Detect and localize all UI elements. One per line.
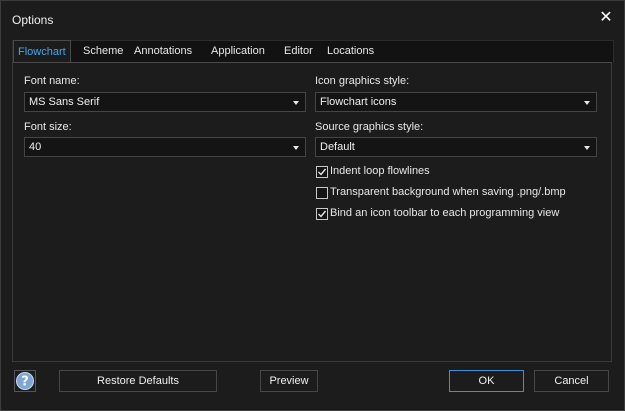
tab-strip: Flowchart Scheme Annotations Application… bbox=[12, 40, 614, 64]
font-name-value: MS Sans Serif bbox=[29, 96, 100, 108]
tab-application[interactable]: Application bbox=[207, 41, 269, 62]
help-button[interactable]: ? bbox=[14, 370, 36, 392]
source-style-label: Source graphics style: bbox=[315, 121, 424, 133]
font-size-value: 40 bbox=[29, 141, 42, 153]
restore-defaults-button[interactable]: Restore Defaults bbox=[59, 370, 217, 392]
checkbox-box[interactable] bbox=[316, 208, 328, 220]
font-name-select[interactable]: MS Sans Serif bbox=[24, 92, 306, 112]
icon-style-select[interactable]: Flowchart icons bbox=[315, 92, 597, 112]
ok-button[interactable]: OK bbox=[449, 370, 524, 392]
tab-editor[interactable]: Editor bbox=[280, 41, 317, 62]
checkbox-label: Indent loop flowlines bbox=[330, 165, 430, 177]
font-size-select[interactable]: 40 bbox=[24, 137, 306, 157]
font-name-label: Font name: bbox=[24, 75, 80, 87]
chevron-down-icon bbox=[293, 101, 299, 105]
svg-text:?: ? bbox=[21, 375, 29, 390]
checkbox-label: Transparent background when saving .png/… bbox=[330, 186, 566, 198]
checkbox-box[interactable] bbox=[316, 187, 328, 199]
tab-scheme[interactable]: Scheme bbox=[79, 41, 127, 62]
checkbox-box[interactable] bbox=[316, 166, 328, 178]
chevron-down-icon bbox=[584, 146, 590, 150]
tab-locations[interactable]: Locations bbox=[323, 41, 378, 62]
tab-flowchart[interactable]: Flowchart bbox=[13, 40, 71, 64]
source-style-select[interactable]: Default bbox=[315, 137, 597, 157]
options-dialog: Options ✕ Flowchart Scheme Annotations A… bbox=[0, 0, 625, 411]
check-icon bbox=[318, 168, 327, 176]
flowchart-panel: Font name: MS Sans Serif Font size: 40 I… bbox=[12, 62, 612, 362]
checkbox-label: Bind an icon toolbar to each programming… bbox=[330, 207, 560, 219]
cancel-button[interactable]: Cancel bbox=[534, 370, 609, 392]
check-icon bbox=[318, 210, 327, 218]
icon-style-label: Icon graphics style: bbox=[315, 75, 410, 87]
chevron-down-icon bbox=[293, 146, 299, 150]
tab-annotations[interactable]: Annotations bbox=[130, 41, 196, 62]
chevron-down-icon bbox=[584, 101, 590, 105]
preview-button[interactable]: Preview bbox=[260, 370, 318, 392]
font-size-label: Font size: bbox=[24, 121, 72, 133]
close-icon[interactable]: ✕ bbox=[598, 10, 614, 26]
icon-style-value: Flowchart icons bbox=[320, 96, 397, 108]
source-style-value: Default bbox=[320, 141, 355, 153]
help-icon: ? bbox=[16, 372, 34, 390]
title-bar: Options ✕ bbox=[1, 1, 624, 37]
window-title: Options bbox=[12, 13, 54, 27]
